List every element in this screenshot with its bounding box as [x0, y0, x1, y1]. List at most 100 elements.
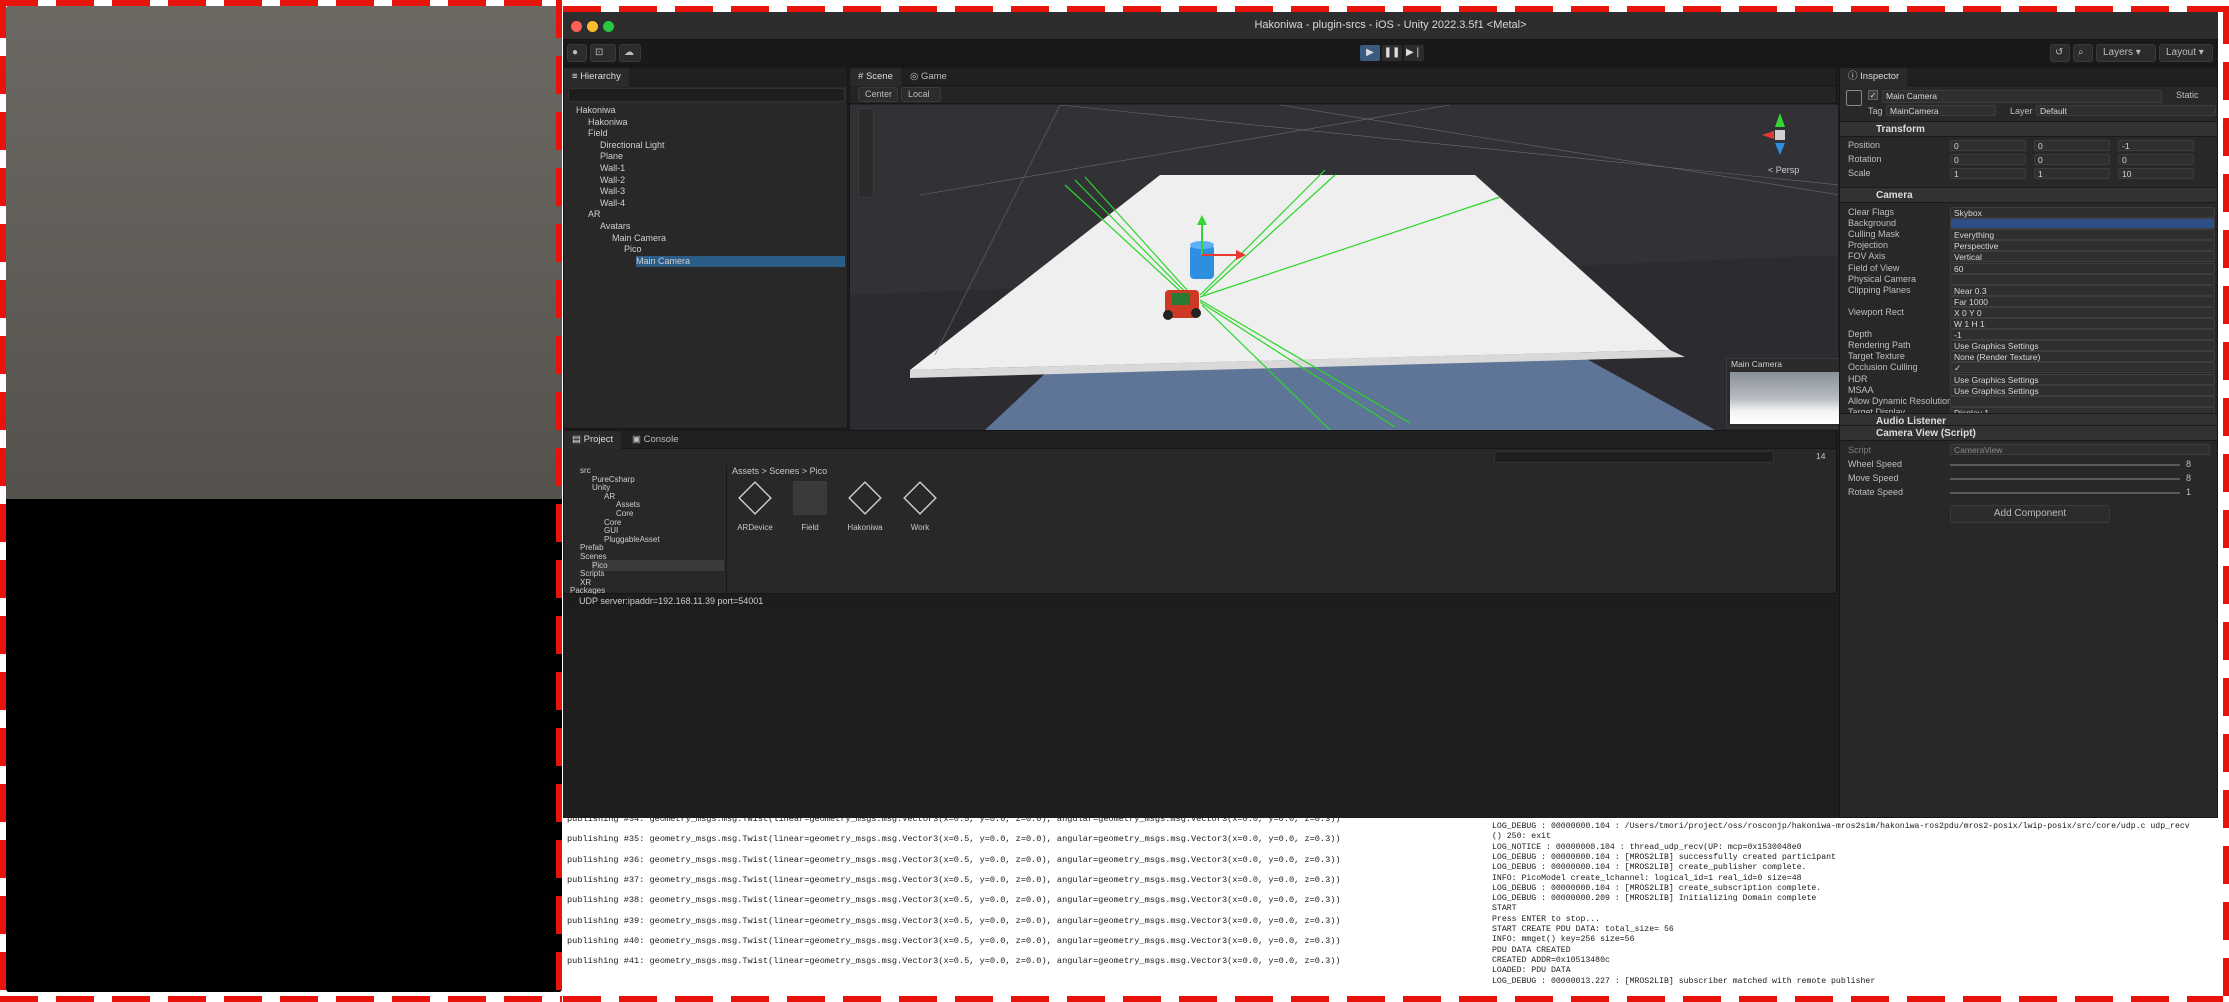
- asset-item[interactable]: Work: [897, 481, 943, 541]
- add-component-button[interactable]: Add Component: [1950, 505, 2110, 523]
- space-dropdown[interactable]: Local: [901, 87, 941, 102]
- camera-field-value[interactable]: Everything: [1950, 229, 2215, 241]
- tab-game[interactable]: ◎ Game: [902, 68, 955, 86]
- transform-position-z-input[interactable]: -1: [2118, 140, 2194, 151]
- tab-project[interactable]: ▤ Project: [564, 431, 622, 449]
- static-label[interactable]: Static: [2176, 90, 2199, 100]
- camera-view-header[interactable]: Camera View (Script): [1840, 425, 2217, 441]
- layout-dropdown[interactable]: Layout ▾: [2159, 44, 2213, 62]
- asset-item[interactable]: Hakoniwa: [842, 481, 888, 541]
- camera-field-value[interactable]: Near 0.3: [1950, 284, 2215, 296]
- camera-field-value[interactable]: [1950, 218, 2215, 230]
- terminal-line: publishing #40: geometry_msgs.msg.Twist(…: [567, 935, 1341, 946]
- step-button[interactable]: ▶❘: [1404, 45, 1424, 61]
- search-icon[interactable]: ⌕: [2073, 44, 2093, 62]
- tab-hierarchy[interactable]: ≡ Hierarchy: [564, 68, 629, 86]
- scene-viewport[interactable]: < Persp: [850, 105, 1838, 430]
- camera-field-value[interactable]: ✓: [1950, 362, 2215, 374]
- hierarchy-item[interactable]: Wall-4: [600, 198, 625, 209]
- camera-field-value[interactable]: -1: [1950, 329, 2215, 341]
- transform-scale-label: Scale: [1848, 168, 1871, 178]
- hierarchy-item[interactable]: Directional Light: [600, 140, 665, 151]
- tab-scene[interactable]: # Scene: [850, 68, 901, 86]
- terminal-line: () 250: exit: [1492, 832, 1551, 842]
- project-tree-item[interactable]: AR: [604, 491, 615, 502]
- camera-field-value[interactable]: Use Graphics Settings: [1950, 340, 2215, 352]
- camera-field-value[interactable]: [1950, 273, 2215, 285]
- history-icon[interactable]: ↺: [2050, 44, 2070, 62]
- camera-field-value[interactable]: Far 1000: [1950, 295, 2215, 307]
- pivot-dropdown[interactable]: Center: [858, 87, 898, 102]
- unity-scene-icon: [903, 481, 937, 515]
- camera-field-value[interactable]: Perspective: [1950, 240, 2215, 252]
- terminal-line: LOG_NOTICE : 00000000.104 : thread_udp_r…: [1492, 842, 1802, 852]
- account-icon[interactable]: ●: [567, 44, 587, 62]
- move-speed-label: Move Speed: [1848, 473, 1899, 483]
- breadcrumb-pico[interactable]: Pico: [810, 466, 828, 476]
- hierarchy-item[interactable]: Wall-3: [600, 186, 625, 197]
- cloud-icon[interactable]: ☁: [619, 44, 641, 62]
- transform-scale-y-input[interactable]: 1: [2034, 168, 2110, 179]
- rotate-speed-slider[interactable]: [1950, 492, 2180, 494]
- transform-header[interactable]: Transform: [1840, 121, 2217, 137]
- hierarchy-item[interactable]: AR: [588, 209, 601, 220]
- camera-field-value[interactable]: 60: [1950, 262, 2215, 274]
- terminal-left[interactable]: publishing #34: geometry_msgs.msg.Twist(…: [563, 818, 1485, 990]
- camera-field-value[interactable]: [1950, 395, 2215, 407]
- camera-field-value[interactable]: X 0 Y 0: [1950, 306, 2215, 318]
- hierarchy-item[interactable]: Hakoniwa: [588, 117, 628, 128]
- transform-rotation-x-input[interactable]: 0: [1950, 154, 2026, 165]
- hierarchy-item[interactable]: Plane: [600, 151, 623, 162]
- asset-item[interactable]: Field: [787, 481, 833, 541]
- project-tree-item[interactable]: PluggableAsset: [604, 534, 660, 545]
- project-tree-item[interactable]: src: [580, 465, 591, 476]
- hierarchy-item[interactable]: Wall-1: [600, 163, 625, 174]
- layers-dropdown[interactable]: Layers ▾: [2096, 44, 2156, 62]
- hierarchy-item[interactable]: Avatars: [600, 221, 630, 232]
- project-search-input[interactable]: [1494, 451, 1774, 463]
- camera-field-value[interactable]: None (Render Texture): [1950, 351, 2215, 363]
- hierarchy-item[interactable]: Pico: [624, 244, 642, 255]
- wheel-speed-slider[interactable]: [1950, 464, 2180, 466]
- project-tree-item[interactable]: Pico: [592, 559, 724, 571]
- transform-scale-x-input[interactable]: 1: [1950, 168, 2026, 179]
- hierarchy-item[interactable]: Hakoniwa: [576, 105, 616, 116]
- active-checkbox[interactable]: ✓: [1868, 90, 1878, 100]
- terminal-right[interactable]: LOG_DEBUG : 00000000.104 : /Users/tmori/…: [1488, 818, 2218, 990]
- camera-field-value[interactable]: Skybox: [1950, 207, 2215, 218]
- tools-overlay[interactable]: [858, 108, 874, 198]
- transform-rotation-y-input[interactable]: 0: [2034, 154, 2110, 165]
- wheel-speed-value[interactable]: 8: [2186, 459, 2191, 469]
- breadcrumb-scenes[interactable]: Scenes: [769, 466, 799, 476]
- transform-position-x-input[interactable]: 0: [1950, 140, 2026, 151]
- move-speed-value[interactable]: 8: [2186, 473, 2191, 483]
- hierarchy-search-input[interactable]: [568, 88, 845, 102]
- hierarchy-item[interactable]: Main Camera: [636, 255, 845, 267]
- object-name-input[interactable]: Main Camera: [1882, 90, 2162, 103]
- terminal-line: LOG_DEBUG : 00000000.209 : [MROS2LIB] In…: [1492, 894, 1817, 904]
- camera-field-value[interactable]: Use Graphics Settings: [1950, 373, 2215, 385]
- play-button[interactable]: ▶: [1360, 45, 1380, 61]
- transform-scale-z-input[interactable]: 10: [2118, 168, 2194, 179]
- hierarchy-item[interactable]: Main Camera: [612, 233, 666, 244]
- tag-dropdown[interactable]: MainCamera: [1886, 105, 1996, 116]
- pause-button[interactable]: ❚❚: [1382, 45, 1402, 61]
- move-speed-slider[interactable]: [1950, 478, 2180, 480]
- camera-field-value[interactable]: Vertical: [1950, 251, 2215, 263]
- hierarchy-item[interactable]: Wall-2: [600, 175, 625, 186]
- hierarchy-item[interactable]: Field: [588, 128, 608, 139]
- collab-icon[interactable]: ⊡: [590, 44, 616, 62]
- transform-position-y-input[interactable]: 0: [2034, 140, 2110, 151]
- layer-dropdown[interactable]: Default: [2036, 105, 2216, 116]
- camera-field-value[interactable]: Use Graphics Settings: [1950, 384, 2215, 396]
- tab-console[interactable]: ▣ Console: [624, 431, 686, 449]
- project-tree: src PureCsharp Unity AR Assets Core Core GUI Plu…: [564, 465, 727, 595]
- transform-rotation-z-input[interactable]: 0: [2118, 154, 2194, 165]
- camera-header[interactable]: Camera: [1840, 187, 2217, 203]
- asset-item[interactable]: ARDevice: [732, 481, 778, 541]
- rotate-speed-value[interactable]: 1: [2186, 487, 2191, 497]
- breadcrumb-assets[interactable]: Assets: [732, 466, 759, 476]
- camera-field-value[interactable]: W 1 H 1: [1950, 318, 2215, 329]
- tab-inspector[interactable]: ⓘ Inspector: [1840, 68, 1908, 86]
- persp-label[interactable]: < Persp: [1768, 165, 1799, 175]
